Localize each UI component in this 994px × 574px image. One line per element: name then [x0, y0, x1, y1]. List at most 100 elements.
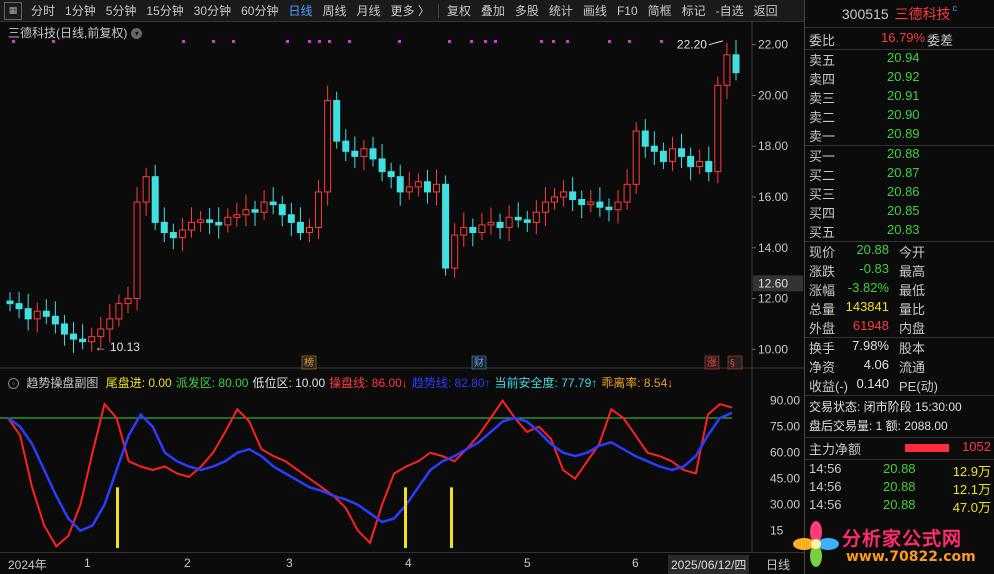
- indicator-axis-tick: 90.00: [770, 394, 800, 408]
- tab-weekly[interactable]: 周线: [317, 2, 351, 19]
- indicator-item-2: 低位区: 10.00: [252, 376, 326, 390]
- x-label-month-1: 1: [84, 556, 91, 570]
- options-icon[interactable]: ▾: [131, 28, 143, 40]
- sell-label: 卖一: [809, 129, 836, 144]
- sell-row-1: 卖一 20.89: [809, 126, 993, 145]
- quote-value: 143841: [845, 299, 889, 314]
- sell-label: 卖五: [809, 53, 836, 68]
- quote-row-3: 总量 143841 量比: [809, 299, 993, 318]
- f10-button[interactable]: F10: [612, 4, 643, 18]
- candle-body: [133, 201, 141, 300]
- tab-more[interactable]: 更多 〉: [386, 2, 435, 19]
- stock-name[interactable]: 三德科技: [895, 4, 951, 24]
- candle-body: [224, 216, 232, 226]
- tab-daily[interactable]: 日线: [283, 2, 317, 19]
- buy-price: 20.86: [887, 184, 920, 199]
- candle-body: [514, 216, 522, 221]
- indicator-axis-tick: 60.00: [770, 446, 800, 460]
- watermark-text: 分析家公式网: [842, 528, 963, 550]
- quote-label: 现价: [809, 245, 836, 260]
- tab-fenshi[interactable]: 分时: [26, 2, 60, 19]
- tab-5min[interactable]: 5分钟: [101, 2, 142, 19]
- tick-volume: 12.9万: [952, 464, 991, 479]
- candle-body: [659, 150, 667, 162]
- trade-status: 交易状态: 闭市阶段 15:30:00: [809, 400, 962, 414]
- quote-value: 0.140: [856, 376, 889, 391]
- indicator-values: 尾盘进: 0.00 派发区: 80.00 低位区: 10.00 操盘线: 86.00↓…: [106, 376, 678, 390]
- multi-stock-button[interactable]: 多股: [510, 2, 544, 19]
- price-chart[interactable]: 22.00 20.00 18.00 16.00 14.00 12.00 10.00 12.60…: [0, 22, 804, 574]
- tick-volume: 47.0万: [952, 500, 991, 515]
- candle-body: [160, 221, 168, 234]
- candle-body: [587, 201, 595, 206]
- candle-body: [569, 191, 577, 201]
- indicator-axis-tick: 45.00: [770, 472, 800, 486]
- quote-label-2: 流通: [899, 360, 926, 375]
- overlay-button[interactable]: 叠加: [476, 2, 510, 19]
- candle-body: [79, 338, 87, 343]
- tab-1min[interactable]: 1分钟: [60, 2, 101, 19]
- sell-price: 20.91: [887, 88, 920, 103]
- tab-monthly[interactable]: 月线: [352, 2, 386, 19]
- buy-row-5: 买五 20.83: [809, 222, 993, 241]
- signal-dot: [308, 40, 311, 43]
- chart-title: 三德科技(日线,前复权) ▾: [8, 24, 143, 41]
- candle-body: [650, 145, 658, 152]
- restore-rights-button[interactable]: 复权: [442, 2, 476, 19]
- candle-body: [197, 219, 205, 223]
- watermark-logo-icon: [793, 521, 839, 567]
- candle-body: [33, 310, 41, 320]
- sell-row-5: 卖五 20.94: [809, 50, 993, 69]
- copy-icon[interactable]: c: [953, 3, 958, 13]
- simple-frame-button[interactable]: 简框: [643, 2, 677, 19]
- back-button[interactable]: 返回: [749, 2, 783, 19]
- candle-body: [668, 148, 676, 162]
- tab-15min[interactable]: 15分钟: [141, 2, 188, 19]
- candle-body: [115, 303, 123, 320]
- cursor-date-label: 2025/06/12/四: [668, 555, 750, 574]
- panel-divider: [805, 459, 994, 460]
- candle-body: [505, 216, 513, 228]
- candle-body: [315, 191, 323, 228]
- candle-body: [178, 229, 186, 239]
- tab-30min[interactable]: 30分钟: [189, 2, 236, 19]
- quote-value: 61948: [852, 318, 889, 333]
- candle-body: [124, 298, 132, 305]
- indicator-menu-icon[interactable]: ◦: [8, 378, 19, 390]
- candle-body: [714, 84, 722, 173]
- quote-label-2: PE(动): [899, 379, 939, 394]
- quote-row-2: 涨幅 -3.82% 最低: [809, 280, 993, 299]
- indicator-item-0: 尾盘进: 0.00: [105, 376, 172, 390]
- toolbar-divider: [437, 3, 439, 18]
- candle-body: [460, 226, 468, 236]
- tab-60min[interactable]: 60分钟: [236, 2, 283, 19]
- signal-dot: [552, 40, 555, 43]
- draw-line-button[interactable]: 画线: [578, 2, 612, 19]
- statistics-button[interactable]: 统计: [544, 2, 578, 19]
- quote-label: 涨幅: [809, 283, 836, 298]
- signal-dot: [182, 40, 185, 43]
- buy-label: 买四: [809, 206, 836, 221]
- remove-watchlist-button[interactable]: -自选: [711, 2, 749, 19]
- x-label-month-2: 2: [184, 556, 191, 570]
- quote-label-2: 量比: [899, 302, 926, 317]
- stock-code: 300515: [841, 5, 889, 22]
- tick-price: 20.88: [883, 479, 916, 494]
- tick-row-1: 14:56 20.88 12.1万: [809, 479, 993, 498]
- kline-chart-area[interactable]: 22.00 20.00 18.00 16.00 14.00 12.00 10.00 12.60…: [0, 22, 804, 574]
- price-axis-tick: 14.00: [758, 241, 788, 255]
- indicator-header: ◦ 趋势操盘副图 尾盘进: 0.00 派发区: 80.00 低位区: 10.00 操盘…: [8, 374, 681, 391]
- candle-body: [97, 328, 105, 338]
- buy-row-1: 买一 20.88: [809, 146, 993, 165]
- mark-button[interactable]: 标记: [677, 2, 711, 19]
- sell-price: 20.89: [887, 126, 920, 141]
- candle-body: [496, 221, 504, 228]
- signal-dot: [484, 40, 487, 43]
- quote-row-5: 换手 7.98% 股本: [809, 338, 993, 357]
- candle-body: [342, 140, 350, 152]
- indicator-name[interactable]: 趋势操盘副图: [26, 376, 98, 390]
- x-label-month-5: 5: [524, 556, 531, 570]
- grid-icon[interactable]: ▦: [4, 1, 22, 20]
- candle-body: [378, 158, 386, 173]
- quote-value: -3.82%: [847, 280, 889, 295]
